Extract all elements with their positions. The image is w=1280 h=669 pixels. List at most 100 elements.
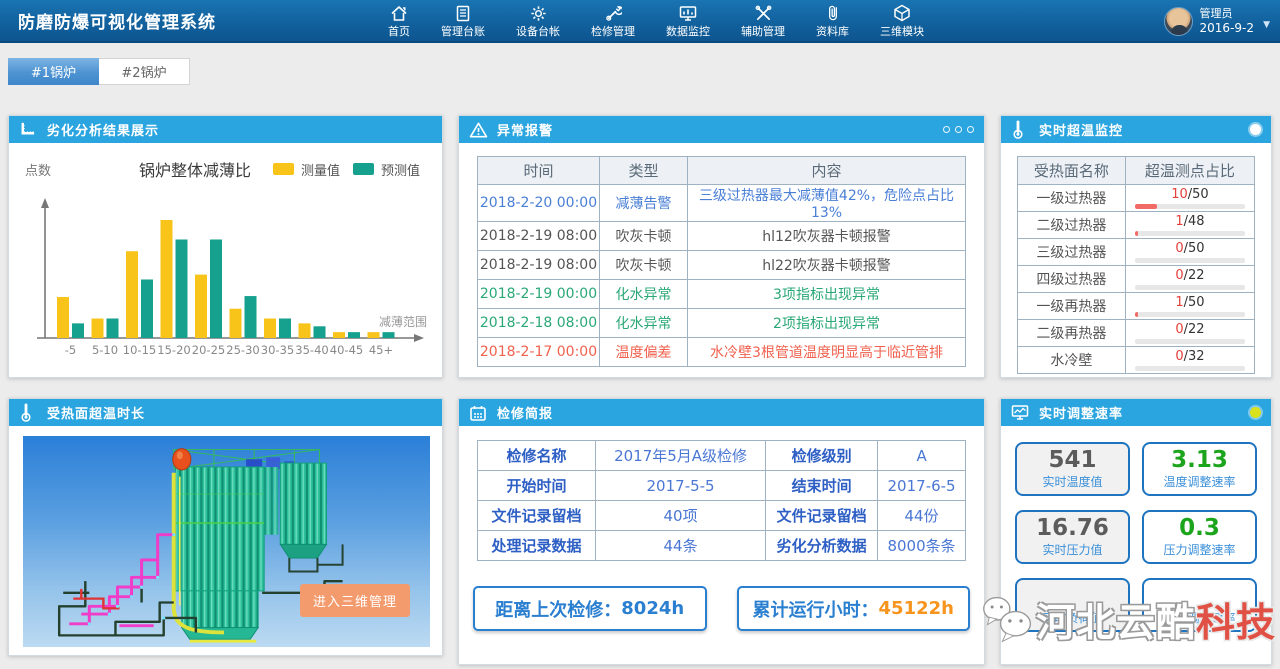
tab-boiler-1[interactable]: #1锅炉 [8,58,99,85]
nav-menu: 首页管理台账 设备台帐 检修管理数据监控 辅助管理资料库三维模块 [388,0,924,43]
alarm-time: 2018-2-19 08:00 [478,251,600,280]
overtemp-total: /22 [1184,268,1205,283]
nav-item-5[interactable]: 数据监控 [666,0,710,43]
overtemp-count: 10 [1171,187,1188,202]
overtemp-row[interactable]: 二级过热器1/48 [1018,212,1255,239]
rate-label: 实时温度值 [1042,473,1102,490]
panel-header: 检修简报 [459,399,984,426]
maintenance-label: 处理记录数据 [478,531,596,561]
nav-item-1[interactable]: 首页 [388,0,410,43]
surface-name: 水冷壁 [1018,347,1126,374]
alarm-content: 3项指标出现异常 [688,280,966,309]
surface-name: 一级过热器 [1018,185,1126,212]
chevron-down-icon[interactable]: ▼ [1263,20,1270,30]
overtemp-row[interactable]: 一级过热器10/50 [1018,185,1255,212]
overtemp-total: /32 [1184,349,1205,364]
panel-options-dots[interactable] [943,126,974,133]
maintenance-row: 处理记录数据44条劣化分析数据8000条条 [478,531,966,561]
total-running-hours-button[interactable]: 累计运行小时：45122h [737,586,971,631]
alarm-time: 2018-2-20 00:00 [478,185,600,222]
status-indicator[interactable] [1250,407,1261,418]
alarm-row[interactable]: 2018-2-17 00:00温度偏差水冷壁3根管道温度明显高于临近管排 [478,338,966,367]
panel-title: 受热面超温时长 [47,403,145,422]
alarm-col-header: 类型 [600,157,688,185]
maintenance-label: 结束时间 [766,471,878,501]
nav-item-8[interactable]: 三维模块 [880,0,924,43]
enter-3d-management-button[interactable]: 进入三维管理 [300,584,410,617]
overtemp-progress-bar [1135,366,1245,371]
user-date: 2016-9-2 [1200,21,1254,36]
nav-item-label: 三维模块 [880,23,924,39]
overtemp-total: /50 [1184,295,1205,310]
maintenance-row: 开始时间2017-5-5结束时间2017-6-5 [478,471,966,501]
nav-item-6[interactable]: 辅助管理 [741,0,785,43]
surface-name: 二级再热器 [1018,320,1126,347]
calendar-icon [469,404,489,422]
overtemp-row[interactable]: 水冷壁0/32 [1018,347,1255,374]
rate-card[interactable]: 实时负荷值 [1015,578,1130,632]
user-block[interactable]: 管理员 2016-9-2 ▼ [1164,0,1254,43]
surface-name: 二级过热器 [1018,212,1126,239]
rate-value: 3.13 [1171,448,1228,472]
bar-chart-svg: 减薄范围-55-1010-1515-2020-2525-3030-3535-40… [15,183,436,377]
rate-value: 16.76 [1036,516,1109,540]
overtemp-progress-bar [1135,312,1245,317]
thermometer-icon [1011,121,1031,139]
rate-card[interactable]: 0.3压力调整速率 [1142,510,1257,564]
overtemp-ratio-cell: 0/50 [1125,239,1254,266]
overtemp-row[interactable]: 二级再热器0/22 [1018,320,1255,347]
surface-name: 一级再热器 [1018,293,1126,320]
legend-label-measured: 测量值 [301,160,340,179]
rate-card[interactable]: 16.76实时压力值 [1015,510,1130,564]
panel-overtemp-monitor: 实时超温监控 受热面名称超温测点占比 一级过热器10/50二级过热器1/48三级… [1000,115,1272,378]
overtemp-row[interactable]: 一级再热器1/50 [1018,293,1255,320]
nav-item-label: 数据监控 [666,23,710,39]
tab-boiler-2[interactable]: #2锅炉 [99,58,190,85]
panel-header: 劣化分析结果展示 [9,116,442,143]
maintenance-value: 44条 [596,531,766,561]
overtemp-progress-bar [1135,258,1245,263]
rate-card[interactable]: 541实时温度值 [1015,442,1130,496]
nav-item-2[interactable]: 管理台账 [441,0,485,43]
overtemp-progress-bar [1135,204,1245,209]
overtemp-progress-bar [1135,285,1245,290]
alarm-row[interactable]: 2018-2-19 08:00吹灰卡顿hl12吹灰器卡顿报警 [478,222,966,251]
alarm-row[interactable]: 2018-2-19 00:00化水异常3项指标出现异常 [478,280,966,309]
overtemp-row[interactable]: 三级过热器0/50 [1018,239,1255,266]
button-value: 45122h [879,598,954,619]
repair-icon [605,5,622,22]
rate-card[interactable]: 负荷调整速率 [1142,578,1257,632]
user-avatar[interactable] [1164,7,1193,36]
alarm-row[interactable]: 2018-2-18 08:00化水异常2项指标出现异常 [478,309,966,338]
maintenance-label: 劣化分析数据 [766,531,878,561]
svg-text:25-30: 25-30 [226,343,259,357]
maintenance-label: 文件记录留档 [766,501,878,531]
alarm-row[interactable]: 2018-2-19 08:00吹灰卡顿hl22吹灰器卡顿报警 [478,251,966,280]
nav-item-3[interactable]: 设备台帐 [516,0,560,43]
panel-degradation-analysis: 劣化分析结果展示 点数 锅炉整体减薄比 测量值 预测值 减薄范围-55-1010… [8,115,443,378]
assist-icon [755,5,772,22]
nav-item-label: 设备台帐 [516,23,560,39]
nav-item-4[interactable]: 检修管理 [591,0,635,43]
alarm-type: 减薄告警 [600,185,688,222]
nav-item-label: 管理台账 [441,23,485,39]
svg-text:-5: -5 [65,343,76,357]
panel-realtime-rates: 实时调整速率 541实时温度值3.13温度调整速率16.76实时压力值0.3压力… [1000,398,1272,665]
overtemp-row[interactable]: 四级过热器0/22 [1018,266,1255,293]
overtemp-ratio-cell: 10/50 [1125,185,1254,212]
overtemp-progress-bar [1135,339,1245,344]
alarm-content: 三级过热器最大减薄值42%，危险点占比13% [688,185,966,222]
status-indicator[interactable] [1250,124,1261,135]
panel-title: 检修简报 [497,403,553,422]
overtemp-ratio-cell: 1/50 [1125,293,1254,320]
since-last-maintenance-button[interactable]: 距离上次检修：8024h [473,586,707,631]
home-icon [390,5,408,22]
overtemp-progress-bar [1135,231,1245,236]
nav-item-7[interactable]: 资料库 [816,0,849,43]
alarm-row[interactable]: 2018-2-20 00:00减薄告警三级过热器最大减薄值42%，危险点占比13… [478,185,966,222]
rate-card[interactable]: 3.13温度调整速率 [1142,442,1257,496]
panel-header: 受热面超温时长 [9,399,442,426]
alarm-type: 温度偏差 [600,338,688,367]
button-label: 累计运行小时： [753,596,879,622]
boiler-3d-view[interactable]: 进入三维管理 [23,436,430,647]
